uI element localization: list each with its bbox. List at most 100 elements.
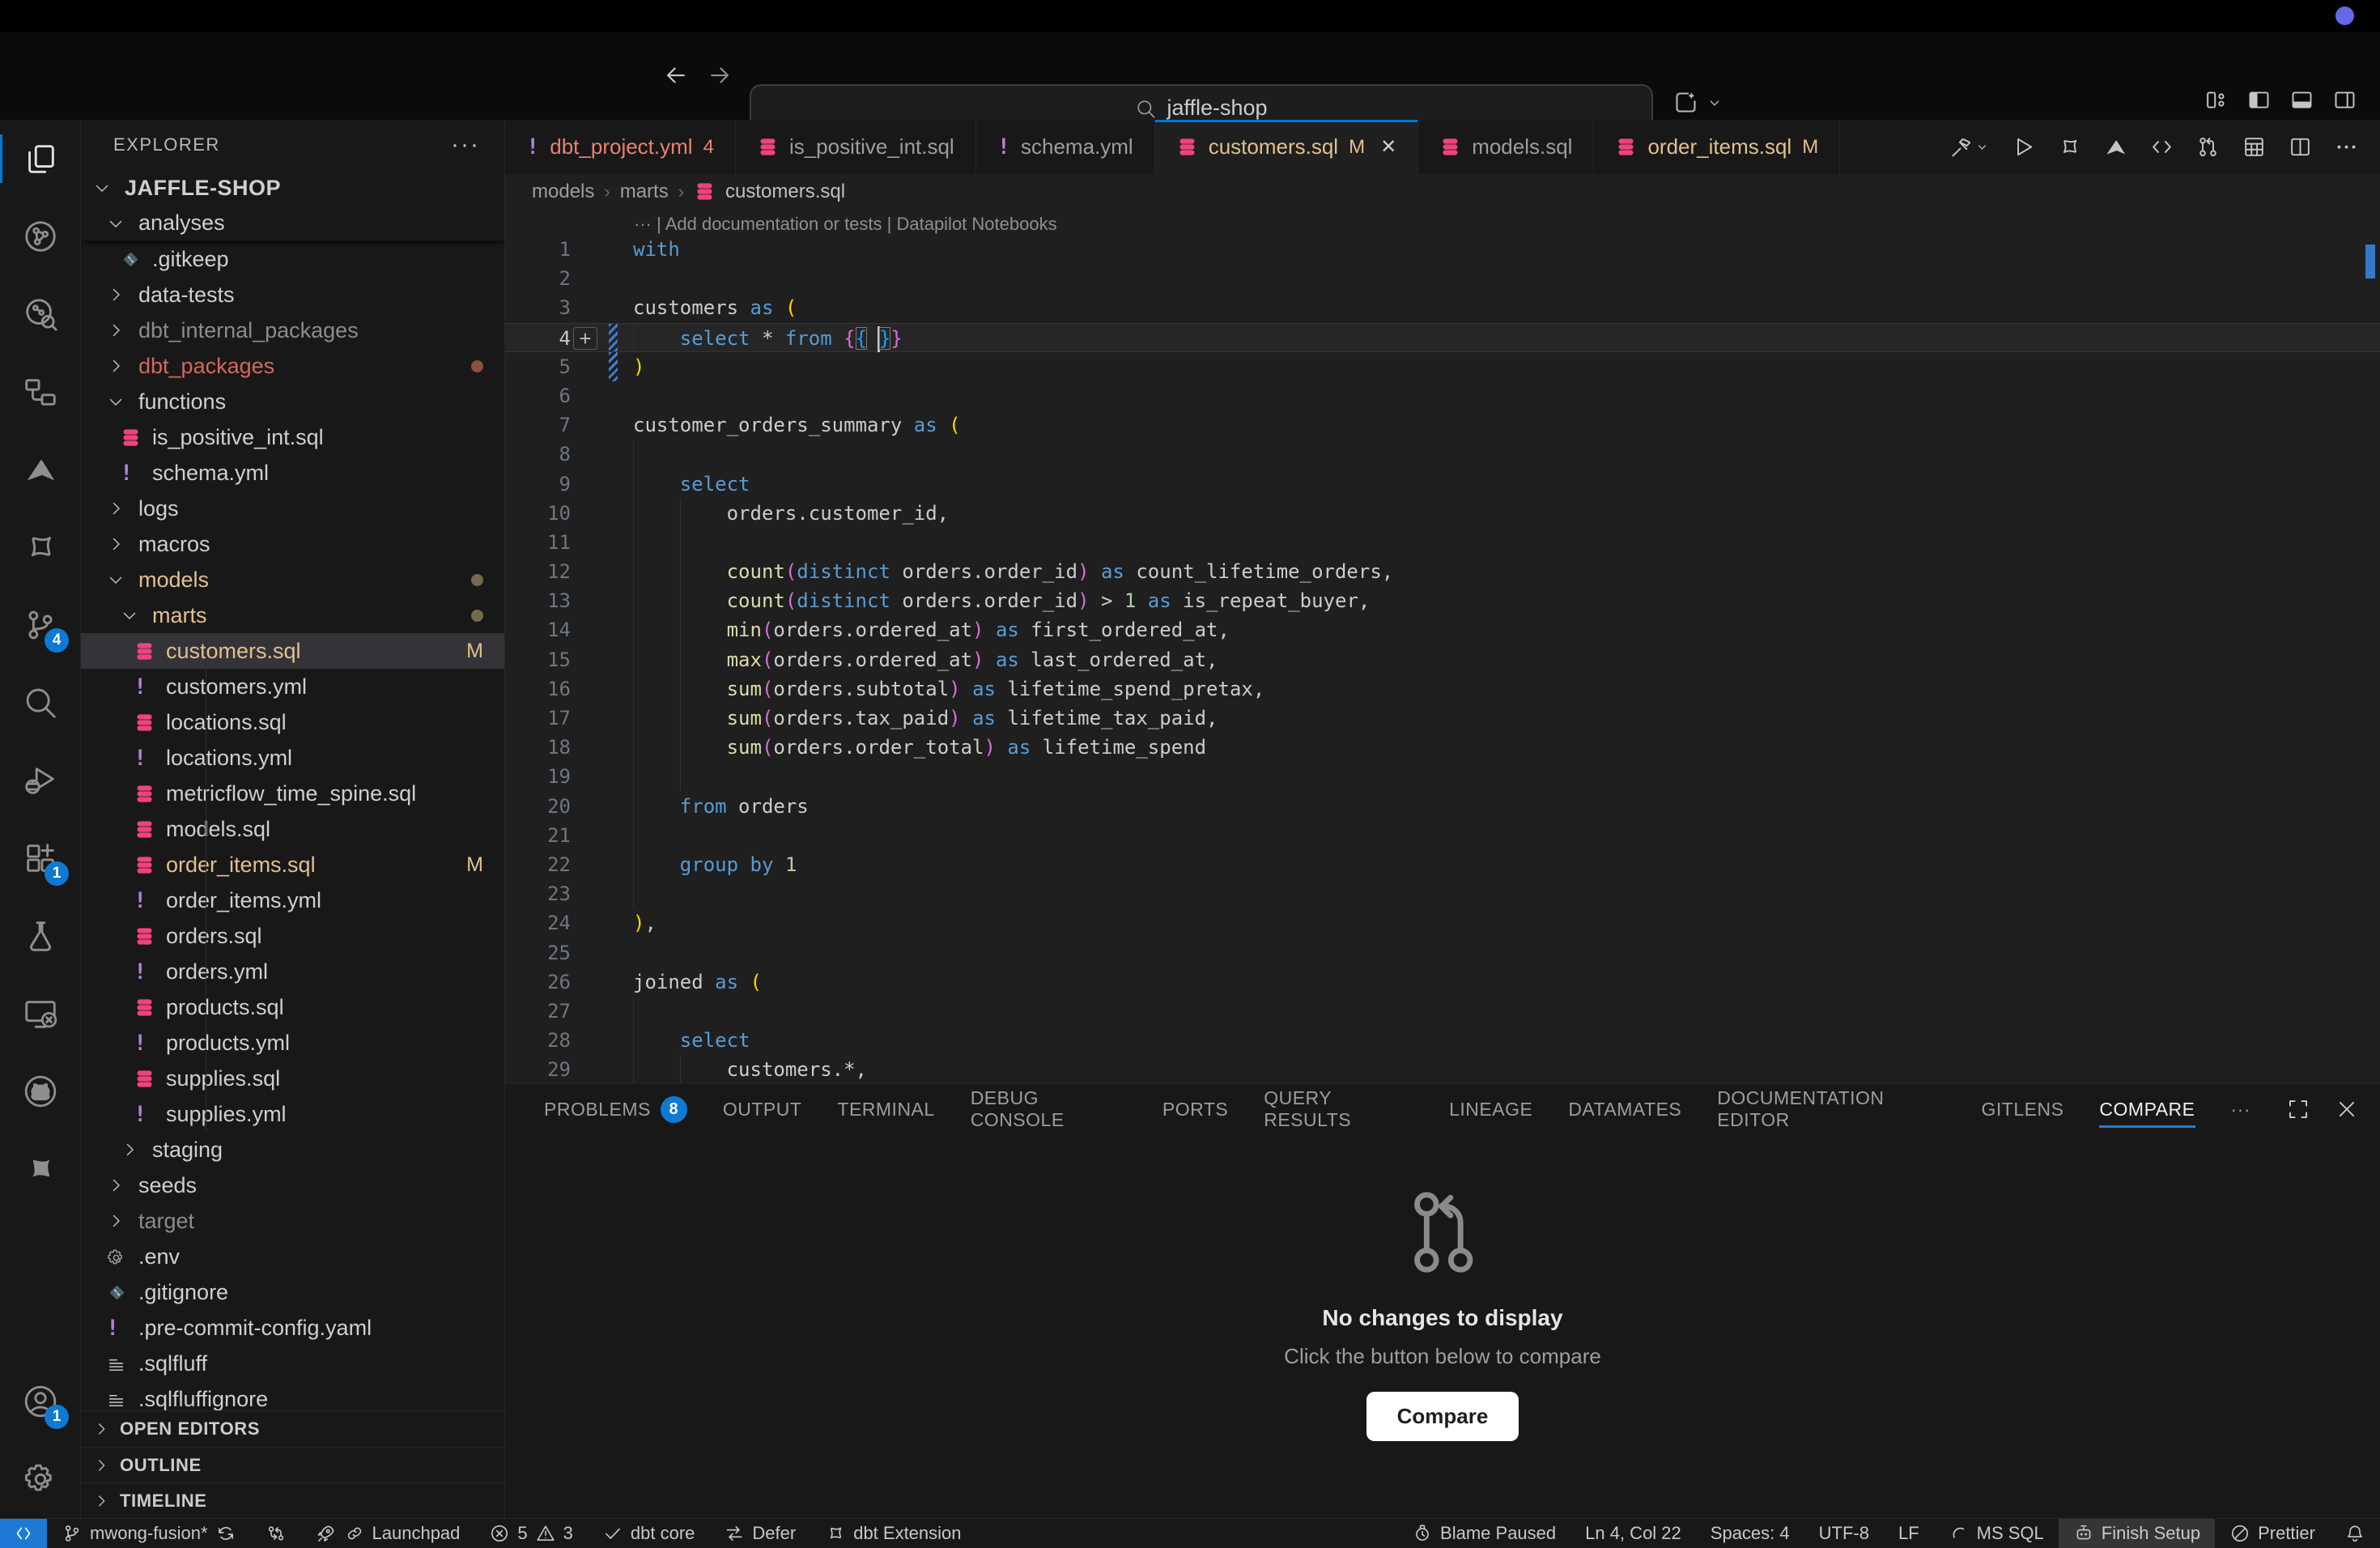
code-line-5[interactable]: 5) <box>505 352 2380 381</box>
status-prettier[interactable]: Prettier <box>2215 1519 2330 1548</box>
code-line-4[interactable]: +4 select * from {{ }} <box>505 323 2380 352</box>
status-git-branch[interactable]: mwong-fusion* <box>47 1519 251 1548</box>
panel-tab-terminal[interactable]: TERMINAL <box>837 1084 934 1134</box>
code-line-2[interactable]: 2 <box>505 264 2380 293</box>
sidebar-section-timeline[interactable]: TIMELINE <box>81 1482 504 1518</box>
activity-item-settings[interactable] <box>0 1440 80 1518</box>
tree-item-locations-sql[interactable]: locations.sql <box>81 704 504 740</box>
build-tasks-button[interactable] <box>1949 134 1990 159</box>
tree-item-orders-sql[interactable]: orders.sql <box>81 918 504 954</box>
forward-arrow-icon[interactable] <box>706 62 735 91</box>
tree-item-staging[interactable]: staging <box>81 1132 504 1167</box>
code-line-25[interactable]: 25 <box>505 938 2380 968</box>
panel-tab--[interactable]: ··· <box>2231 1084 2250 1134</box>
tree-item--env[interactable]: .env <box>81 1239 504 1274</box>
compare-button[interactable]: Compare <box>1366 1392 1519 1441</box>
toggle-panel-icon[interactable] <box>2289 87 2314 113</box>
code-line-18[interactable]: 18 sum(orders.order_total) as lifetime_s… <box>505 733 2380 762</box>
tree-item-products-sql[interactable]: products.sql <box>81 989 504 1025</box>
tree-item-products-yml[interactable]: !products.yml <box>81 1025 504 1061</box>
query-results-grid-button[interactable] <box>2242 134 2267 159</box>
tree-item-dbt-internal-packages[interactable]: dbt_internal_packages <box>81 313 504 348</box>
tree-item-order-items-sql[interactable]: order_items.sqlM <box>81 847 504 882</box>
code-line-6[interactable]: 6 <box>505 381 2380 410</box>
activity-item-remote-explorer[interactable] <box>0 975 80 1053</box>
tree-item-data-tests[interactable]: data-tests <box>81 277 504 313</box>
activity-item-dbt-power-user[interactable] <box>0 508 80 586</box>
code-line-22[interactable]: 22 group by 1 <box>505 850 2380 879</box>
code-line-24[interactable]: 24), <box>505 908 2380 938</box>
status-cursor-position[interactable]: Ln 4, Col 22 <box>1570 1519 1696 1548</box>
tree-item--gitignore[interactable]: .gitignore <box>81 1274 504 1310</box>
activity-item-flowchart-view[interactable] <box>0 353 80 431</box>
code-line-15[interactable]: 15 max(orders.ordered_at) as last_ordere… <box>505 645 2380 674</box>
activity-item-github[interactable] <box>0 1053 80 1130</box>
activity-item-dbt-extension[interactable] <box>0 1130 80 1208</box>
tree-item-marts[interactable]: marts <box>81 598 504 633</box>
more-actions-button[interactable] <box>2334 134 2359 159</box>
status-encoding[interactable]: UTF-8 <box>1804 1519 1884 1548</box>
code-line-19[interactable]: 19 <box>505 762 2380 791</box>
code-line-27[interactable]: 27 <box>505 997 2380 1026</box>
tree-item-analyses[interactable]: analyses <box>81 206 504 241</box>
code-line-13[interactable]: 13 count(distinct orders.order_id) > 1 a… <box>505 586 2380 615</box>
panel-tab-debug-console[interactable]: DEBUG CONSOLE <box>971 1084 1127 1134</box>
status-problems[interactable]: 53 <box>474 1519 588 1548</box>
status-defer[interactable]: Defer <box>709 1519 810 1548</box>
inline-code-button[interactable] <box>2149 134 2174 159</box>
tree-item-functions[interactable]: functions <box>81 384 504 419</box>
tree-item--pre-commit-config-yaml[interactable]: !.pre-commit-config.yaml <box>81 1310 504 1346</box>
code-line-8[interactable]: 8 <box>505 440 2380 469</box>
codelens[interactable]: ··· | Add documentation or tests | Datap… <box>505 209 2380 235</box>
tree-item-order-items-yml[interactable]: !order_items.yml <box>81 882 504 918</box>
breadcrumb[interactable]: models›marts›customers.sql <box>505 174 2380 209</box>
activity-item-search[interactable] <box>0 664 80 742</box>
code-line-10[interactable]: 10 orders.customer_id, <box>505 499 2380 528</box>
status-blame[interactable]: Blame Paused <box>1397 1519 1570 1548</box>
panel-tab-ports[interactable]: PORTS <box>1162 1084 1228 1134</box>
tree-item-supplies-yml[interactable]: !supplies.yml <box>81 1096 504 1132</box>
tab-order-items-sql[interactable]: order_items.sqlM <box>1594 120 1840 174</box>
activity-item-run-and-debug[interactable] <box>0 742 80 819</box>
add-line-action-button[interactable]: + <box>573 327 597 350</box>
panel-tab-gitlens[interactable]: GITLENS <box>1982 1084 2064 1134</box>
close-panel-icon[interactable] <box>2335 1097 2359 1121</box>
tab-models-sql[interactable]: models.sql <box>1418 120 1594 174</box>
tree-item-locations-yml[interactable]: !locations.yml <box>81 740 504 776</box>
tree-item-metricflow-time-spine-sql[interactable]: metricflow_time_spine.sql <box>81 776 504 811</box>
tree-item-is-positive-int-sql[interactable]: is_positive_int.sql <box>81 419 504 455</box>
explorer-more-actions[interactable]: ··· <box>451 131 480 159</box>
breadcrumb-file[interactable]: customers.sql <box>725 181 845 203</box>
panel-tab-problems[interactable]: PROBLEMS8 <box>544 1084 687 1134</box>
tab-customers-sql[interactable]: customers.sqlM✕ <box>1155 120 1419 174</box>
panel-tab-documentation-editor[interactable]: DOCUMENTATION EDITOR <box>1717 1084 1945 1134</box>
breadcrumb-folder[interactable]: marts <box>620 181 669 203</box>
altimate-action-button[interactable] <box>2103 134 2128 159</box>
status-eol[interactable]: LF <box>1884 1519 1934 1548</box>
tree-item-customers-yml[interactable]: !customers.yml <box>81 669 504 704</box>
status-notifications[interactable] <box>2330 1519 2380 1548</box>
activity-item-dbt-lineage[interactable] <box>0 198 80 275</box>
panel-tab-compare[interactable]: COMPARE <box>2099 1084 2195 1134</box>
tree-item-customers-sql[interactable]: customers.sqlM <box>81 633 504 669</box>
code-line-20[interactable]: 20 from orders <box>505 792 2380 821</box>
tree-item-logs[interactable]: logs <box>81 491 504 526</box>
toggle-secondary-sidebar-icon[interactable] <box>2332 87 2357 113</box>
code-line-16[interactable]: 16 sum(orders.subtotal) as lifetime_spen… <box>505 674 2380 704</box>
tree-item-macros[interactable]: macros <box>81 526 504 562</box>
code-editor[interactable]: 1with23customers as (+4 select * from {{… <box>505 235 2380 1083</box>
tab-dbt-project-yml[interactable]: !dbt_project.yml4 <box>505 120 736 174</box>
activity-item-source-control[interactable]: 4 <box>0 586 80 664</box>
panel-tab-lineage[interactable]: LINEAGE <box>1449 1084 1532 1134</box>
tree-item-target[interactable]: target <box>81 1203 504 1239</box>
status-dbt-core[interactable]: dbt core <box>588 1519 710 1548</box>
tree-item--gitkeep[interactable]: .gitkeep <box>81 241 504 277</box>
status-compare-changes[interactable] <box>251 1519 301 1548</box>
status-dbt-extension[interactable]: dbt Extension <box>810 1519 975 1548</box>
panel-tab-output[interactable]: OUTPUT <box>723 1084 802 1134</box>
tree-item-jaffle-shop[interactable]: JAFFLE-SHOP <box>81 170 504 206</box>
sidebar-section-open-editors[interactable]: OPEN EDITORS <box>81 1411 504 1447</box>
status-remote-indicator[interactable] <box>0 1519 47 1548</box>
tree-item-models[interactable]: models <box>81 562 504 598</box>
run-file-button[interactable] <box>2011 134 2036 159</box>
